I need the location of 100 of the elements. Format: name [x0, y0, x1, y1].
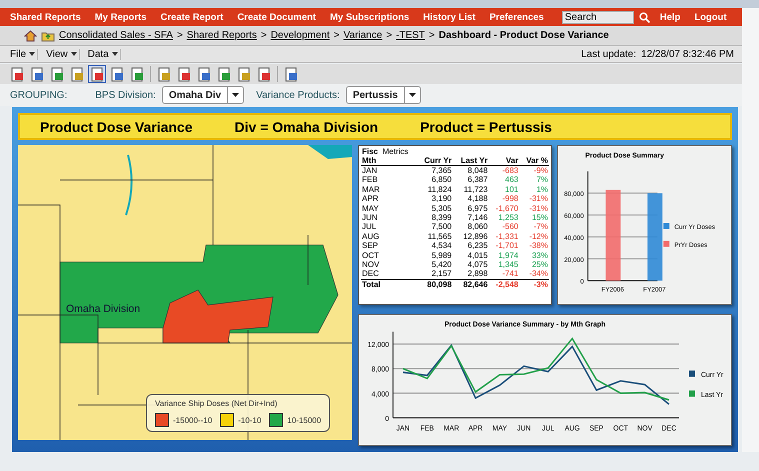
table-cell: 7,365: [416, 166, 453, 176]
column-header: Var %: [519, 147, 549, 166]
table-cell-text: OCT: [361, 250, 380, 260]
legend-label: 10-15000: [287, 416, 322, 424]
table-cell-text: -560: [501, 222, 520, 232]
table-cell: -683: [488, 166, 520, 176]
axis-label: JAN: [396, 424, 410, 432]
caret-icon[interactable]: [112, 52, 118, 56]
breadcrumb-link[interactable]: Consolidated Sales - SFA: [59, 30, 173, 41]
axis-label: MAR: [444, 424, 460, 432]
breadcrumb-link[interactable]: Variance: [343, 30, 382, 41]
table-cell-text: 1%: [535, 184, 549, 194]
nav-link[interactable]: Create Report: [160, 12, 224, 22]
filter-label: BPS Division:: [95, 90, 156, 100]
breadcrumb-separator: >: [176, 30, 183, 41]
column-header: Fisc Mth: [361, 147, 382, 166]
table-cell-text: 101: [504, 184, 520, 194]
axis-label: 12,000: [368, 341, 389, 350]
column-header: Metrics: [382, 147, 416, 166]
axis-label: SEP: [589, 424, 604, 432]
table-cell-text: 33%: [530, 250, 549, 260]
search-icon[interactable]: [638, 12, 650, 22]
table-cell-text: -31%: [528, 194, 549, 204]
search-field[interactable]: Search: [562, 10, 634, 24]
legend-swatch: [663, 223, 670, 229]
table-cell-text: -31%: [528, 204, 549, 214]
breadcrumb-link[interactable]: -TEST: [396, 30, 425, 41]
axis-label: FEB: [420, 424, 434, 432]
last-update-label: Last update:: [581, 48, 636, 60]
axis-label: APR: [468, 424, 483, 432]
legend-label: Last Yr: [701, 390, 723, 399]
caret-icon[interactable]: [70, 52, 77, 56]
nav-link[interactable]: Help: [660, 12, 680, 22]
table-cell: 82,646: [452, 279, 489, 290]
table-cell-text: SEP: [361, 241, 380, 251]
table-cell: -741: [488, 269, 520, 280]
axis-label: 0: [385, 414, 389, 423]
table-cell-text: 7%: [535, 175, 549, 185]
dropdown[interactable]: Omaha Div: [162, 86, 244, 104]
table-cell-text: 5,305: [430, 204, 453, 214]
axis-label: OCT: [613, 424, 628, 432]
table-cell: 80,098: [416, 279, 453, 290]
caret-icon[interactable]: [232, 93, 240, 97]
table-cell: -3%: [519, 279, 549, 290]
table-cell-text: -1,331: [494, 232, 520, 242]
table-cell: -9%: [519, 166, 549, 176]
legend-swatch: [689, 390, 695, 397]
table-cell: -2,548: [488, 279, 520, 290]
table-cell-text: 3,190: [430, 194, 453, 204]
table-cell: -34%: [519, 269, 549, 280]
table-cell-text: FEB: [361, 175, 379, 185]
table-cell-text: 5,989: [430, 250, 453, 260]
breadcrumb-link[interactable]: Development: [270, 30, 330, 41]
axis-label: DEC: [662, 424, 676, 432]
table-cell-text: 7,500: [430, 222, 453, 232]
table-cell-text: 8,399: [430, 213, 453, 222]
table-cell-text: 6,975: [466, 204, 489, 214]
dropdown[interactable]: Pertussis: [346, 86, 421, 104]
caret-icon[interactable]: [29, 52, 36, 56]
table-cell-text: 12,896: [462, 232, 489, 242]
table-cell-text: MAY: [361, 204, 380, 214]
nav-link[interactable]: My Subscriptions: [330, 12, 410, 22]
table-cell-text: JUN: [361, 213, 379, 222]
nav-link[interactable]: Shared Reports: [10, 12, 81, 22]
header-text: Div = Omaha Division: [234, 118, 378, 134]
table-cell-text: 11,565: [426, 232, 453, 242]
table-cell: 2,898: [452, 269, 489, 280]
table-cell-text: 5,420: [430, 260, 453, 270]
column-header: Curr Yr: [416, 147, 453, 166]
document-icon[interactable]: [88, 65, 106, 83]
legend-label: -10-10: [238, 416, 262, 424]
axis-label: NOV: [637, 424, 652, 432]
nav-link[interactable]: Create Document: [237, 12, 316, 22]
nav-link[interactable]: My Reports: [94, 12, 146, 22]
nav-link[interactable]: Preferences: [489, 12, 544, 22]
table-cell-text: 4,188: [466, 194, 489, 204]
table-cell: JAN: [361, 166, 382, 176]
menu-button[interactable]: Data: [86, 48, 121, 60]
legend-swatch: [689, 370, 695, 377]
breadcrumb-separator: >: [428, 30, 435, 41]
menu-button[interactable]: View: [44, 48, 80, 60]
table-cell-text: 15%: [530, 213, 549, 222]
breadcrumb-link[interactable]: Shared Reports: [186, 30, 257, 41]
table-cell: 8,048: [452, 166, 489, 176]
menu-button[interactable]: File: [8, 48, 38, 60]
table-cell-text: JUL: [361, 222, 378, 232]
folder-icon[interactable]: [41, 30, 55, 42]
table-cell-text: -1,670: [494, 204, 520, 214]
table-cell-text: -38%: [528, 241, 549, 251]
table-cell-text: 11,824: [426, 184, 453, 194]
nav-link[interactable]: History List: [423, 12, 476, 22]
table-cell-text: 4,015: [466, 250, 489, 260]
column-header: Last Yr: [452, 147, 489, 166]
caret-icon[interactable]: [408, 93, 416, 97]
axis-label: AUG: [564, 424, 580, 432]
table-cell: Total: [361, 279, 382, 290]
table-cell-text: 8,060: [466, 222, 489, 232]
home-icon[interactable]: [24, 30, 37, 42]
table-cell-text: 1,253: [497, 213, 520, 222]
nav-link[interactable]: Logout: [694, 12, 727, 22]
